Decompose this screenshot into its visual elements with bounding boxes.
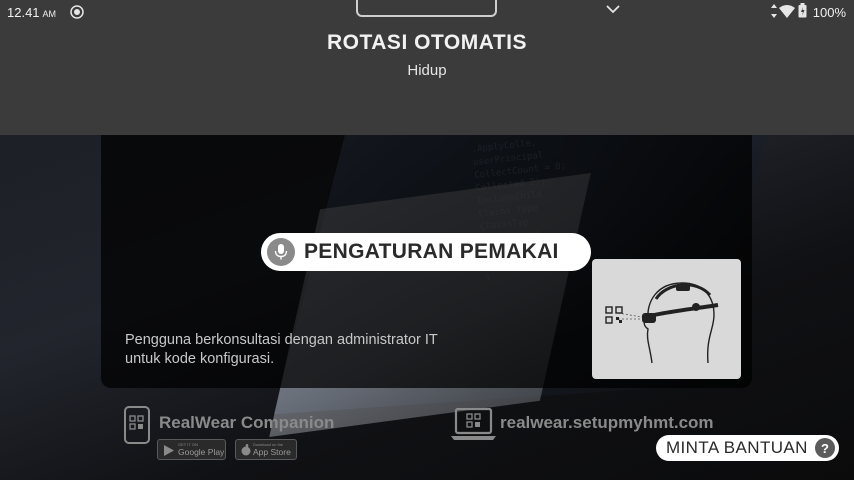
google-play-badge[interactable]: GET IT ON Google Play xyxy=(157,439,226,460)
status-ampm: AM xyxy=(42,9,57,19)
cast-icon xyxy=(70,5,84,24)
companion-app-name: RealWear Companion xyxy=(159,413,335,432)
help-icon: ? xyxy=(815,438,835,458)
help-button[interactable]: MINTA BANTUAN ? xyxy=(656,435,839,461)
status-time: 12.41 AM xyxy=(7,5,56,20)
battery-percent: 100% xyxy=(812,5,846,20)
app-store-label: App Store xyxy=(253,447,291,457)
google-play-icon xyxy=(164,445,174,456)
overlay-subtitle: Hidup xyxy=(407,62,447,79)
wifi-icon xyxy=(779,5,795,23)
help-label: MINTA BANTUAN xyxy=(666,438,808,457)
overlay-title: ROTASI OTOMATIS xyxy=(327,31,527,54)
apple-icon xyxy=(241,444,251,456)
headset-illustration xyxy=(592,259,741,379)
battery-icon xyxy=(798,3,807,23)
laptop-icon xyxy=(451,407,496,447)
status-time-value: 12.41 xyxy=(7,5,40,20)
headset-qr-icon xyxy=(605,282,719,364)
mic-icon xyxy=(267,238,295,266)
data-arrows-icon xyxy=(770,4,778,23)
google-play-label: Google Play xyxy=(178,447,225,457)
panel-handle[interactable] xyxy=(356,0,497,17)
phone-icon xyxy=(124,406,150,444)
setup-site-url[interactable]: realwear.setupmyhmt.com xyxy=(500,413,714,433)
card-description: Pengguna berkonsultasi dengan administra… xyxy=(125,332,438,367)
app-store-badge[interactable]: Download on the App Store xyxy=(235,439,297,460)
user-setup-title-pill[interactable]: PENGATURAN PEMAKAI xyxy=(261,233,591,271)
chevron-down-icon[interactable] xyxy=(606,1,620,19)
user-setup-title: PENGATURAN PEMAKAI xyxy=(304,240,559,263)
